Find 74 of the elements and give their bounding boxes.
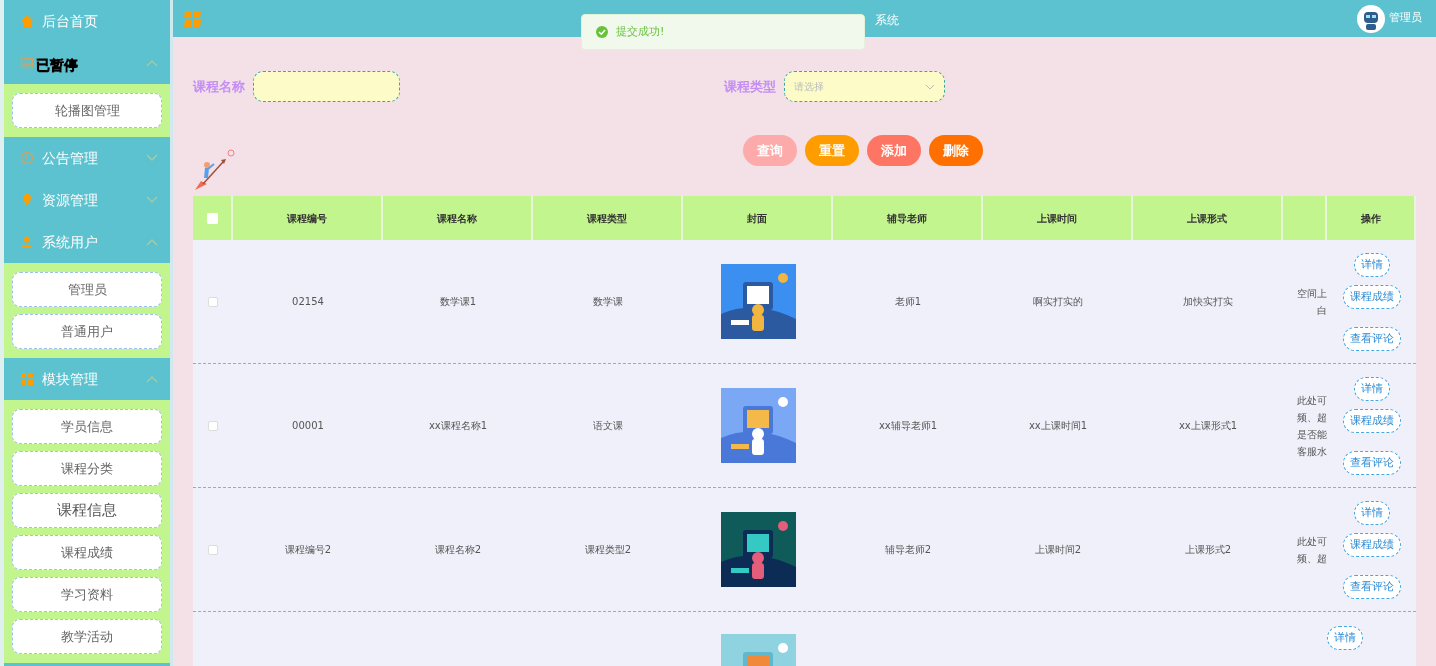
user-icon [20, 235, 34, 249]
checkbox[interactable] [208, 420, 218, 431]
action-link-button[interactable]: 查看评论 [1342, 327, 1401, 351]
submenu-item[interactable]: 普通用户 [12, 314, 162, 349]
action-button[interactable]: 重置 [805, 135, 859, 166]
sidebar-group-header[interactable]: 模块管理 [4, 358, 170, 400]
action-link-button[interactable]: 查看评论 [1342, 451, 1401, 475]
action-link-button[interactable]: 详情 [1353, 253, 1390, 277]
cell-text: 频、超 [1297, 551, 1327, 566]
table-cell-text: 02154 [291, 295, 325, 309]
logo-icon [183, 9, 203, 28]
table-cell-text: 数学课 [592, 295, 624, 309]
table-cell-text: 辅导老师2 [883, 543, 933, 557]
submenu-item[interactable]: 课程分类 [12, 451, 162, 486]
checkbox[interactable] [208, 544, 218, 555]
chevron-down-icon [925, 83, 935, 90]
table-cell-text: 上课时间2 [1033, 543, 1083, 557]
action-link-button[interactable]: 课程成绩 [1342, 285, 1401, 309]
action-link-button[interactable]: 详情 [1353, 501, 1390, 525]
submenu-item[interactable]: 学习资料 [12, 577, 162, 612]
table-cell-text: 上课形式2 [1183, 543, 1233, 557]
check-circle-icon [596, 26, 608, 38]
action-link-button[interactable]: 课程成绩 [1342, 533, 1401, 557]
table-cell-text: xx上课时间1 [1027, 419, 1089, 433]
table-cell-text: xx辅导老师1 [877, 419, 939, 433]
sidebar-group-header[interactable]: 系统用户 [4, 221, 170, 263]
rocket-rider-drawing [193, 148, 237, 192]
submenu-item[interactable]: 课程信息 [12, 493, 162, 528]
cell-text: 此处可 [1297, 393, 1327, 408]
cell-text: 白 [1317, 303, 1327, 318]
table-cell-text: 加快实打实 [1182, 295, 1234, 309]
header-title: 系统 [875, 12, 899, 29]
table-cell-text: xx课程名称1 [427, 419, 489, 433]
table-cell-text: 00001 [291, 419, 325, 433]
submenu-item[interactable]: 轮播图管理 [12, 93, 162, 128]
sidebar-link[interactable]: 后台首页 [4, 0, 170, 42]
field-label: 课程名称 [193, 77, 245, 96]
toast-message: 提交成功! [616, 23, 665, 40]
table-cell-text: 老师1 [893, 295, 923, 309]
action-link-button[interactable]: 详情 [1327, 626, 1363, 650]
action-link-button[interactable]: 详情 [1353, 377, 1390, 401]
cell-text: 空间上 [1297, 286, 1327, 301]
table-cell-text: 啊实打实的 [1032, 295, 1084, 309]
action-button[interactable]: 添加 [867, 135, 921, 166]
action-link-button[interactable]: 课程成绩 [1342, 409, 1401, 433]
home-icon [20, 14, 34, 28]
grid-icon [20, 372, 34, 386]
table-cell-text: 课程类型2 [583, 543, 633, 557]
cell-text: 客服水 [1297, 444, 1327, 459]
input-field[interactable] [253, 71, 400, 102]
location-icon [20, 193, 34, 207]
submenu-item[interactable]: 教学活动 [12, 619, 162, 654]
table-cell-text: 课程名称2 [433, 543, 483, 557]
action-button[interactable]: 删除 [929, 135, 983, 166]
avatar-icon [1357, 4, 1385, 33]
info-icon [20, 151, 34, 165]
table-cell-text: 课程编号2 [283, 543, 333, 557]
sidebar-group-header[interactable]: 公告管理 [4, 137, 170, 179]
table-cell-text: xx上课形式1 [1177, 419, 1239, 433]
cell-text: 此处可 [1297, 534, 1327, 549]
action-link-button[interactable]: 查看评论 [1342, 575, 1401, 599]
field-label: 课程类型 [724, 77, 776, 96]
submenu-item[interactable]: 课程成绩 [12, 535, 162, 570]
table-cell-text: 语文课 [592, 419, 624, 433]
image-icon [20, 56, 34, 70]
sidebar-group-header[interactable]: 资源管理 [4, 179, 170, 221]
user-name[interactable]: 管理员 [1389, 10, 1422, 27]
submenu-item[interactable]: 管理员 [12, 272, 162, 307]
cell-text: 是否能 [1297, 427, 1327, 442]
checkbox[interactable] [208, 296, 218, 307]
table-cell-text: 数学课1 [438, 295, 478, 309]
paused-label: 已暂停 [36, 56, 78, 75]
cell-text: 频、超 [1297, 410, 1327, 425]
submenu-item[interactable]: 学员信息 [12, 409, 162, 444]
